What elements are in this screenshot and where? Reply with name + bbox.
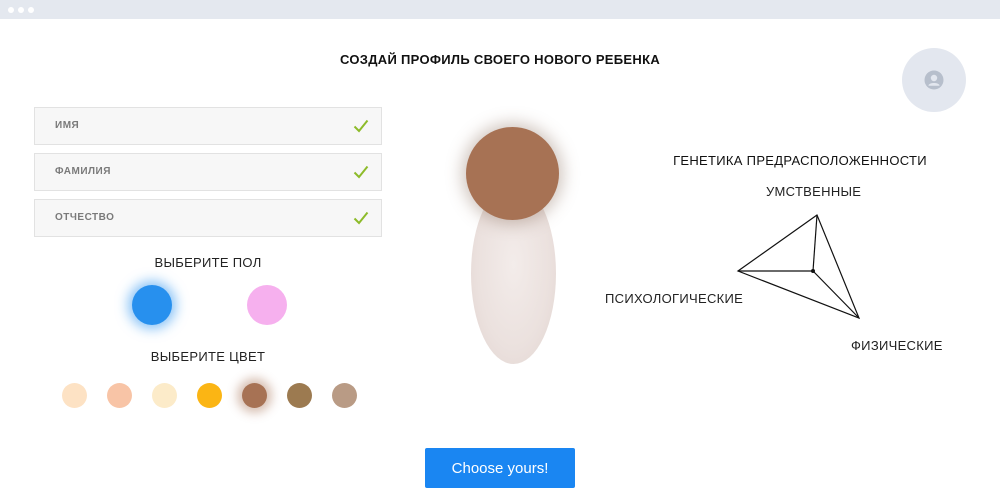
color-swatch[interactable]: [152, 383, 177, 408]
genetics-title: ГЕНЕТИКА ПРЕДРАСПОЛОЖЕННОСТИ: [673, 153, 927, 168]
patronymic-label: ОТЧЕСТВО: [55, 212, 115, 223]
gender-male-option[interactable]: [132, 285, 172, 325]
center-point: [811, 269, 815, 273]
color-swatch[interactable]: [62, 383, 87, 408]
axis-label-physical: ФИЗИЧЕСКИЕ: [851, 338, 943, 353]
first-name-label: ИМЯ: [55, 120, 80, 131]
window-title-bar: [0, 0, 1000, 19]
axis-label-mental: УМСТВЕННЫЕ: [766, 184, 862, 199]
gender-label: ВЫБЕРИТЕ ПОЛ: [154, 255, 262, 270]
last-name-field[interactable]: ФАМИЛИЯ: [34, 153, 382, 191]
first-name-field[interactable]: ИМЯ: [34, 107, 382, 145]
last-name-label: ФАМИЛИЯ: [55, 166, 111, 177]
check-icon: [353, 211, 369, 225]
triangle-outline: [736, 214, 861, 320]
user-icon: [924, 70, 944, 90]
baby-head-preview: [466, 127, 559, 220]
window-dot-icon[interactable]: [18, 7, 24, 13]
axis-line-physical: [812, 270, 860, 319]
choose-yours-button[interactable]: Choose yours!: [425, 448, 575, 488]
check-icon: [353, 165, 369, 179]
genetics-triangle-diagram: [736, 214, 861, 320]
axis-line-mental: [812, 214, 818, 272]
color-swatch[interactable]: [332, 383, 357, 408]
page-title: СОЗДАЙ ПРОФИЛЬ СВОЕГО НОВОГО РЕБЕНКА: [339, 52, 661, 67]
patronymic-field[interactable]: ОТЧЕСТВО: [34, 199, 382, 237]
gender-female-option[interactable]: [247, 285, 287, 325]
color-swatch[interactable]: [197, 383, 222, 408]
color-swatch[interactable]: [242, 383, 267, 408]
color-label: ВЫБЕРИТЕ ЦВЕТ: [150, 349, 266, 364]
color-swatch[interactable]: [107, 383, 132, 408]
color-swatch[interactable]: [287, 383, 312, 408]
window-dot-icon[interactable]: [8, 7, 14, 13]
avatar[interactable]: [902, 48, 966, 112]
window-dot-icon[interactable]: [28, 7, 34, 13]
check-icon: [353, 119, 369, 133]
